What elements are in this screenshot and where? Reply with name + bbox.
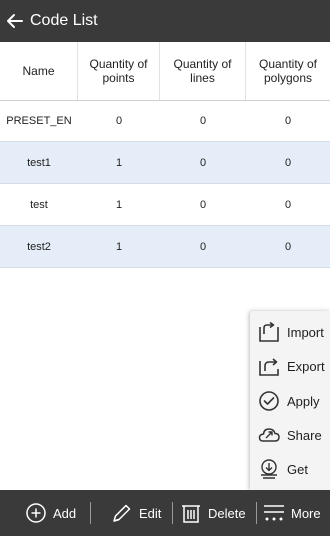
column-header-lines[interactable]: Quantity of lines bbox=[160, 42, 246, 100]
add-circle-icon bbox=[25, 502, 47, 524]
table-row[interactable]: test1 1 0 0 bbox=[0, 142, 330, 184]
cell-polygons: 0 bbox=[284, 114, 292, 127]
column-header-name[interactable]: Name bbox=[0, 42, 78, 100]
cell-polygons: 0 bbox=[284, 156, 292, 169]
import-icon bbox=[257, 320, 281, 344]
cell-points: 1 bbox=[115, 156, 123, 169]
table-header: Name Quantity of points Quantity of line… bbox=[0, 42, 330, 101]
bottom-toolbar: Add Edit Delete More bbox=[0, 490, 330, 536]
column-header-polygons[interactable]: Quantity of polygons bbox=[246, 42, 330, 100]
add-label: Add bbox=[53, 505, 77, 521]
menu-item-label: Get bbox=[287, 461, 308, 477]
column-header-points[interactable]: Quantity of points bbox=[78, 42, 160, 100]
delete-label: Delete bbox=[208, 505, 246, 521]
menu-item-import[interactable]: Import bbox=[250, 315, 330, 349]
menu-item-label: Export bbox=[287, 358, 325, 374]
export-icon bbox=[257, 354, 281, 378]
edit-label: Edit bbox=[139, 505, 162, 521]
code-table-body: PRESET_EN 0 0 0 test1 1 0 0 test 1 0 0 t… bbox=[0, 100, 330, 268]
table-row[interactable]: PRESET_EN 0 0 0 bbox=[0, 100, 330, 142]
cell-points: 1 bbox=[115, 198, 123, 211]
app-bar: Code List bbox=[0, 0, 330, 42]
more-menu-icon bbox=[263, 502, 285, 524]
cell-points: 0 bbox=[115, 114, 123, 127]
cell-lines: 0 bbox=[199, 114, 207, 127]
pencil-icon bbox=[111, 502, 133, 524]
table-row[interactable]: test 1 0 0 bbox=[0, 184, 330, 226]
menu-item-label: Share bbox=[287, 427, 322, 443]
download-icon bbox=[257, 457, 281, 481]
cell-name: test2 bbox=[27, 240, 51, 253]
trash-icon bbox=[180, 502, 202, 524]
page-title: Code List bbox=[30, 12, 98, 29]
delete-button[interactable]: Delete bbox=[173, 490, 256, 536]
menu-item-export[interactable]: Export bbox=[250, 349, 330, 383]
cell-lines: 0 bbox=[199, 240, 207, 253]
share-cloud-icon bbox=[257, 423, 281, 447]
menu-item-get[interactable]: Get bbox=[250, 452, 330, 486]
more-label: More bbox=[291, 505, 321, 521]
menu-item-share[interactable]: Share bbox=[250, 418, 330, 452]
cell-name: test bbox=[30, 198, 48, 211]
more-button[interactable]: More bbox=[257, 490, 329, 536]
add-button[interactable]: Add bbox=[0, 490, 90, 536]
cell-name: PRESET_EN bbox=[6, 114, 72, 127]
cell-polygons: 0 bbox=[284, 240, 292, 253]
table-row[interactable]: test2 1 0 0 bbox=[0, 226, 330, 268]
cell-name: test1 bbox=[27, 156, 51, 169]
arrow-left-icon[interactable] bbox=[6, 11, 26, 31]
cell-points: 1 bbox=[115, 240, 123, 253]
more-menu: Import Export Apply Share Get bbox=[250, 311, 330, 490]
cell-lines: 0 bbox=[199, 156, 207, 169]
cell-lines: 0 bbox=[199, 198, 207, 211]
cell-polygons: 0 bbox=[284, 198, 292, 211]
menu-item-label: Import bbox=[287, 324, 324, 340]
edit-button[interactable]: Edit bbox=[91, 490, 172, 536]
menu-item-label: Apply bbox=[287, 393, 320, 409]
menu-item-apply[interactable]: Apply bbox=[250, 384, 330, 418]
check-circle-icon bbox=[257, 389, 281, 413]
